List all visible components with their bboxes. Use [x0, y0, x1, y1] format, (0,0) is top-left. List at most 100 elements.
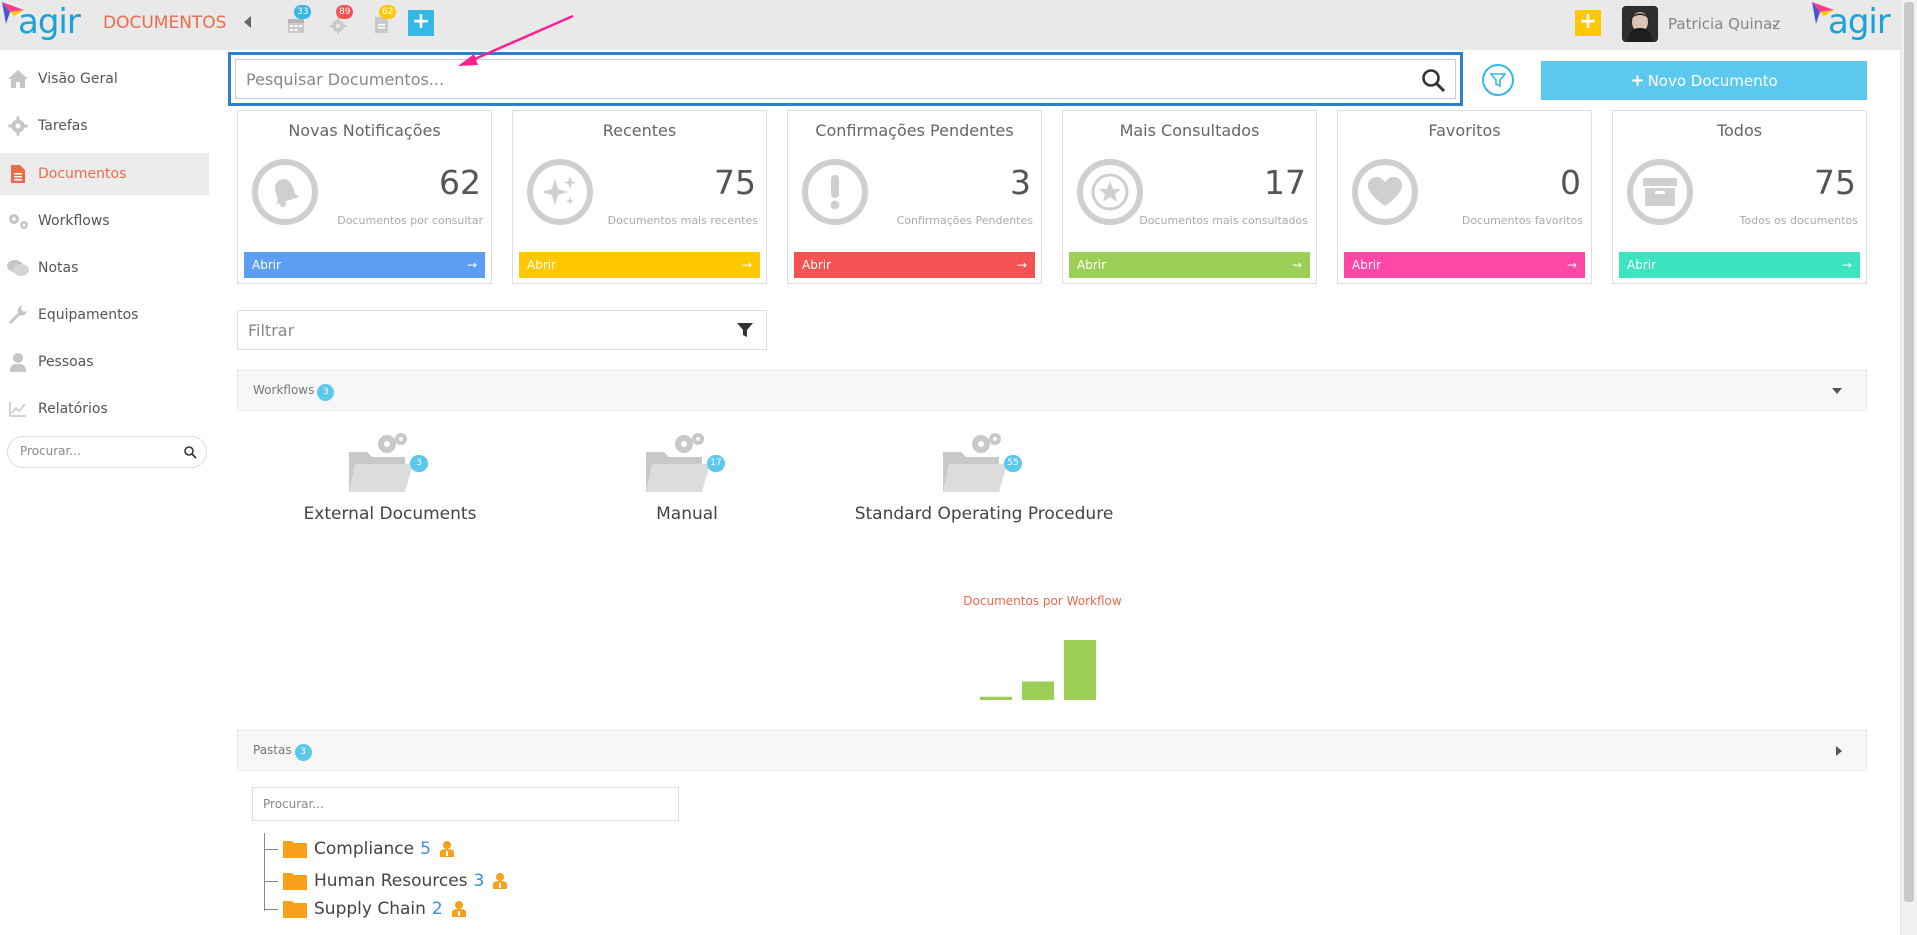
folder-search-input[interactable]	[263, 797, 663, 811]
scrollbar[interactable]	[1900, 0, 1917, 935]
agir-logo[interactable]: agir	[2, 2, 81, 42]
user-name[interactable]: Patricia Quinaz	[1668, 15, 1780, 33]
card-title: Novas Notificações	[288, 121, 441, 140]
card-value: 75	[714, 163, 756, 202]
bell-icon	[252, 159, 318, 225]
open-label: Abrir	[1627, 258, 1657, 272]
card-subtitle: Documentos mais recentes	[607, 214, 758, 227]
sidebar-item-label: Pessoas	[38, 354, 94, 370]
arrow-right-icon: →	[1016, 258, 1027, 272]
sidebar-item-tarefas[interactable]: Tarefas	[0, 105, 209, 147]
avatar[interactable]	[1622, 6, 1658, 42]
card-value: 17	[1264, 163, 1306, 202]
chevron-down-icon[interactable]	[1832, 388, 1842, 394]
card-todos: Todos 75 Todos os documentos Abrir →	[1612, 110, 1867, 284]
open-button[interactable]: Abrir →	[244, 252, 485, 278]
document-search-input[interactable]	[246, 70, 1346, 89]
search-icon[interactable]	[1421, 68, 1447, 94]
star-icon	[1077, 159, 1143, 225]
folder-count: 2	[431, 899, 443, 919]
filter-input[interactable]	[248, 321, 688, 340]
exclamation-icon	[802, 159, 868, 225]
folder-gears-icon	[349, 433, 413, 492]
advanced-filter-button[interactable]	[1482, 64, 1514, 96]
new-document-button[interactable]: + Novo Documento	[1541, 61, 1867, 100]
folders-section-header[interactable]: Pastas 3	[237, 730, 1867, 771]
folder-item-human-resources[interactable]: Human Resources 3	[264, 868, 508, 894]
workflows-section-header[interactable]: Workflows 3	[237, 370, 1867, 411]
workflow-manual[interactable]: 17 Manual	[527, 430, 847, 530]
archive-icon	[1627, 159, 1693, 225]
folder-name: Human Resources	[314, 871, 468, 891]
chart-bar-3[interactable]	[1064, 640, 1096, 700]
logo-arrow-icon	[1812, 2, 1834, 24]
open-button[interactable]: Abrir →	[1344, 252, 1585, 278]
card-subtitle: Documentos por consultar	[337, 214, 483, 227]
card-value: 75	[1814, 163, 1856, 202]
open-button[interactable]: Abrir →	[519, 252, 760, 278]
arrow-right-icon: →	[1566, 258, 1577, 272]
card-title: Recentes	[602, 121, 677, 140]
workflow-standard-operating-procedure[interactable]: 55 Standard Operating Procedure	[824, 430, 1144, 530]
sidebar-item-label: Workflows	[38, 213, 110, 229]
card-subtitle: Confirmações Pendentes	[896, 214, 1033, 227]
open-button[interactable]: Abrir →	[1619, 252, 1860, 278]
sidebar-search-input[interactable]	[20, 444, 180, 458]
sidebar-item-visao-geral[interactable]: Visão Geral	[0, 58, 209, 100]
chevron-right-icon[interactable]	[1836, 746, 1842, 756]
search-icon[interactable]	[184, 446, 197, 459]
logo-arrow-icon	[2, 2, 24, 24]
folder-icon	[283, 873, 307, 890]
sidebar: Visão Geral Tarefas Documentos Workflows…	[0, 50, 210, 935]
add-button[interactable]: +	[1575, 10, 1601, 36]
card-title: Mais Consultados	[1119, 121, 1260, 140]
chevron-down-icon[interactable]: ⌄	[1770, 16, 1780, 30]
card-confirmacoes-pendentes: Confirmações Pendentes 3 Confirmações Pe…	[787, 110, 1042, 284]
folder-icon	[283, 901, 307, 918]
user-share-icon[interactable]	[439, 840, 455, 858]
user-share-icon[interactable]	[451, 900, 467, 918]
open-label: Abrir	[802, 258, 832, 272]
open-button[interactable]: Abrir →	[1069, 252, 1310, 278]
chart-bar-2[interactable]	[1022, 681, 1054, 700]
sidebar-item-relatorios[interactable]: Relatórios	[0, 388, 209, 430]
sidebar-item-label: Notas	[38, 260, 79, 276]
sidebar-item-label: Relatórios	[38, 401, 108, 417]
open-label: Abrir	[252, 258, 282, 272]
folder-count: 5	[420, 839, 431, 859]
sidebar-item-workflows[interactable]: Workflows	[0, 200, 209, 242]
card-title: Confirmações Pendentes	[815, 121, 1014, 140]
collapse-sidebar-button[interactable]	[244, 16, 251, 28]
filter-box	[237, 310, 767, 350]
chart-title: Documentos por Workflow	[963, 594, 1122, 608]
folder-item-supply-chain[interactable]: Supply Chain 2	[264, 896, 467, 922]
funnel-icon	[1490, 73, 1506, 88]
plus-icon: +	[1630, 70, 1645, 91]
folder-icon	[283, 841, 307, 858]
sidebar-search	[7, 436, 207, 468]
card-subtitle: Todos os documentos	[1739, 214, 1858, 227]
open-button[interactable]: Abrir →	[794, 252, 1035, 278]
tasks-badge: 89	[336, 5, 354, 19]
gear-icon	[6, 114, 30, 138]
workflow-external-documents[interactable]: 3 External Documents	[230, 430, 550, 530]
sidebar-item-pessoas[interactable]: Pessoas	[0, 341, 209, 383]
top-bar: agir DOCUMENTOS 33 89 62 + + Patricia Qu…	[0, 0, 1900, 50]
funnel-icon[interactable]	[736, 321, 754, 339]
folder-item-compliance[interactable]: Compliance 5	[264, 836, 455, 862]
sidebar-item-documentos[interactable]: Documentos	[0, 153, 209, 195]
arrow-right-icon: →	[1291, 258, 1302, 272]
quick-add-button[interactable]: +	[408, 10, 434, 36]
scroll-thumb[interactable]	[1904, 2, 1914, 902]
agir-logo-right: agir	[1812, 2, 1891, 42]
chart-icon	[6, 397, 30, 421]
chart-bar-1[interactable]	[980, 696, 1012, 700]
arrow-right-icon: →	[741, 258, 752, 272]
gears-icon	[6, 209, 30, 233]
user-share-icon[interactable]	[492, 872, 508, 890]
sidebar-item-notas[interactable]: Notas	[0, 247, 209, 289]
documents-badge: 62	[379, 5, 397, 19]
card-value: 3	[1010, 163, 1031, 202]
sidebar-item-equipamentos[interactable]: Equipamentos	[0, 294, 209, 336]
person-icon	[6, 350, 30, 374]
